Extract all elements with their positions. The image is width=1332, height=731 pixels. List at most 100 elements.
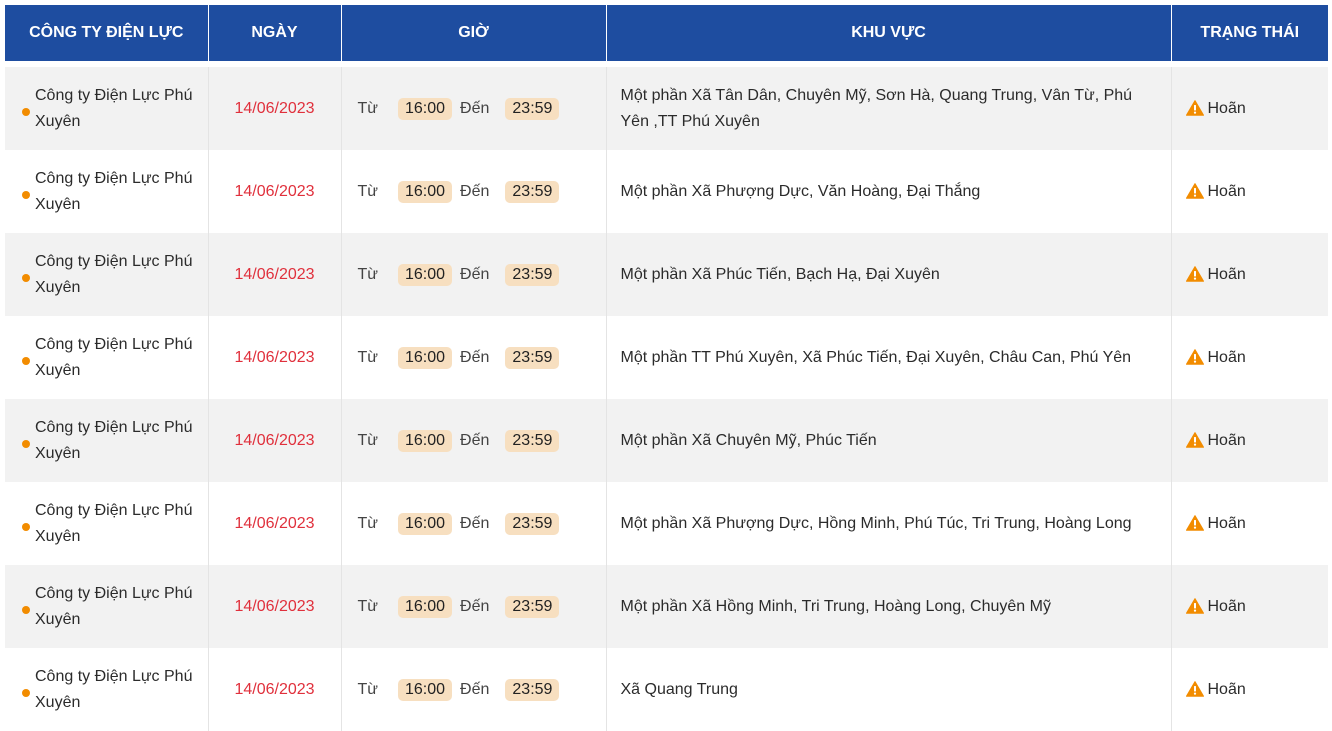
warning-icon <box>1185 597 1204 614</box>
status-text: Hoãn <box>1207 182 1246 200</box>
from-label: Từ <box>357 680 378 698</box>
header-time: GIỜ <box>341 5 607 61</box>
area-cell: Một phần Xã Tân Dân, Chuyên Mỹ, Sơn Hà, … <box>606 67 1172 150</box>
dot-icon <box>22 439 30 448</box>
company-name: Công ty Điện Lực Phú Xuyên <box>35 86 193 130</box>
start-time-badge: 16:00 <box>397 429 453 452</box>
time-cell: Từ 16:00 Đến 23:59 <box>341 648 607 731</box>
outage-table: CÔNG TY ĐIỆN LỰC NGÀY GIỜ KHU VỰC TRẠNG … <box>5 5 1328 731</box>
start-time-badge: 16:00 <box>397 512 453 535</box>
end-time-badge: 23:59 <box>505 595 560 618</box>
from-label: Từ <box>357 182 378 200</box>
status-cell: Hoãn <box>1171 316 1328 399</box>
start-time-badge: 16:00 <box>397 97 453 120</box>
end-time-badge: 23:59 <box>505 180 560 203</box>
from-label: Từ <box>357 597 378 615</box>
status-cell: Hoãn <box>1171 67 1328 150</box>
status-cell: Hoãn <box>1171 648 1328 731</box>
date-cell: 14/06/2023 <box>208 648 342 731</box>
company-name: Công ty Điện Lực Phú Xuyên <box>35 418 193 462</box>
warning-icon <box>1185 680 1204 697</box>
table-row: Công ty Điện Lực Phú Xuyên 14/06/2023 Từ… <box>5 482 1328 565</box>
area-cell: Xã Quang Trung <box>606 648 1172 731</box>
time-cell: Từ 16:00 Đến 23:59 <box>341 482 607 565</box>
dot-icon <box>22 605 30 614</box>
to-label: Đến <box>460 99 490 117</box>
date-cell: 14/06/2023 <box>208 233 342 316</box>
to-label: Đến <box>460 431 490 449</box>
time-cell: Từ 16:00 Đến 23:59 <box>341 150 607 233</box>
company-cell: Công ty Điện Lực Phú Xuyên <box>5 482 209 565</box>
dot-icon <box>22 356 30 365</box>
from-label: Từ <box>357 99 378 117</box>
header-company: CÔNG TY ĐIỆN LỰC <box>5 5 209 61</box>
date-cell: 14/06/2023 <box>208 399 342 482</box>
status-text: Hoãn <box>1207 597 1246 615</box>
to-label: Đến <box>460 265 490 283</box>
status-cell: Hoãn <box>1171 150 1328 233</box>
status-cell: Hoãn <box>1171 565 1328 648</box>
status-text: Hoãn <box>1207 265 1246 283</box>
area-cell: Một phần Xã Chuyên Mỹ, Phúc Tiến <box>606 399 1172 482</box>
status-text: Hoãn <box>1207 99 1246 117</box>
date-cell: 14/06/2023 <box>208 67 342 150</box>
status-cell: Hoãn <box>1171 482 1328 565</box>
from-label: Từ <box>357 265 378 283</box>
dot-icon <box>22 688 30 697</box>
company-cell: Công ty Điện Lực Phú Xuyên <box>5 150 209 233</box>
table-row: Công ty Điện Lực Phú Xuyên 14/06/2023 Từ… <box>5 565 1328 648</box>
table-row: Công ty Điện Lực Phú Xuyên 14/06/2023 Từ… <box>5 233 1328 316</box>
header-date: NGÀY <box>208 5 342 61</box>
area-cell: Một phần TT Phú Xuyên, Xã Phúc Tiến, Đại… <box>606 316 1172 399</box>
time-cell: Từ 16:00 Đến 23:59 <box>341 67 607 150</box>
start-time-badge: 16:00 <box>397 678 453 701</box>
company-name: Công ty Điện Lực Phú Xuyên <box>35 584 193 628</box>
table-row: Công ty Điện Lực Phú Xuyên 14/06/2023 Từ… <box>5 316 1328 399</box>
warning-icon <box>1185 514 1204 531</box>
dot-icon <box>22 273 30 282</box>
status-cell: Hoãn <box>1171 399 1328 482</box>
time-cell: Từ 16:00 Đến 23:59 <box>341 565 607 648</box>
from-label: Từ <box>357 348 378 366</box>
company-cell: Công ty Điện Lực Phú Xuyên <box>5 399 209 482</box>
warning-icon <box>1185 99 1204 116</box>
company-name: Công ty Điện Lực Phú Xuyên <box>35 169 193 213</box>
area-cell: Một phần Xã Phượng Dực, Hồng Minh, Phú T… <box>606 482 1172 565</box>
date-cell: 14/06/2023 <box>208 565 342 648</box>
warning-icon <box>1185 431 1204 448</box>
company-cell: Công ty Điện Lực Phú Xuyên <box>5 648 209 731</box>
to-label: Đến <box>460 348 490 366</box>
area-cell: Một phần Xã Phúc Tiến, Bạch Hạ, Đại Xuyê… <box>606 233 1172 316</box>
warning-icon <box>1185 265 1204 282</box>
company-cell: Công ty Điện Lực Phú Xuyên <box>5 67 209 150</box>
from-label: Từ <box>357 431 378 449</box>
area-cell: Một phần Xã Hồng Minh, Tri Trung, Hoàng … <box>606 565 1172 648</box>
company-name: Công ty Điện Lực Phú Xuyên <box>35 667 193 711</box>
dot-icon <box>22 522 30 531</box>
date-cell: 14/06/2023 <box>208 150 342 233</box>
to-label: Đến <box>460 182 490 200</box>
time-cell: Từ 16:00 Đến 23:59 <box>341 233 607 316</box>
status-text: Hoãn <box>1207 431 1246 449</box>
table-row: Công ty Điện Lực Phú Xuyên 14/06/2023 Từ… <box>5 67 1328 150</box>
status-cell: Hoãn <box>1171 233 1328 316</box>
table-header: CÔNG TY ĐIỆN LỰC NGÀY GIỜ KHU VỰC TRẠNG … <box>5 5 1328 61</box>
date-cell: 14/06/2023 <box>208 482 342 565</box>
company-cell: Công ty Điện Lực Phú Xuyên <box>5 565 209 648</box>
warning-icon <box>1185 348 1204 365</box>
area-cell: Một phần Xã Phượng Dực, Văn Hoàng, Đại T… <box>606 150 1172 233</box>
start-time-badge: 16:00 <box>397 595 453 618</box>
status-text: Hoãn <box>1207 680 1246 698</box>
from-label: Từ <box>357 514 378 532</box>
warning-icon <box>1185 182 1204 199</box>
table-row: Công ty Điện Lực Phú Xuyên 14/06/2023 Từ… <box>5 648 1328 731</box>
end-time-badge: 23:59 <box>505 429 560 452</box>
header-status: TRẠNG THÁI <box>1171 5 1328 61</box>
company-name: Công ty Điện Lực Phú Xuyên <box>35 335 193 379</box>
end-time-badge: 23:59 <box>505 263 560 286</box>
end-time-badge: 23:59 <box>505 97 560 120</box>
to-label: Đến <box>460 514 490 532</box>
start-time-badge: 16:00 <box>397 346 453 369</box>
company-cell: Công ty Điện Lực Phú Xuyên <box>5 233 209 316</box>
table-row: Công ty Điện Lực Phú Xuyên 14/06/2023 Từ… <box>5 399 1328 482</box>
